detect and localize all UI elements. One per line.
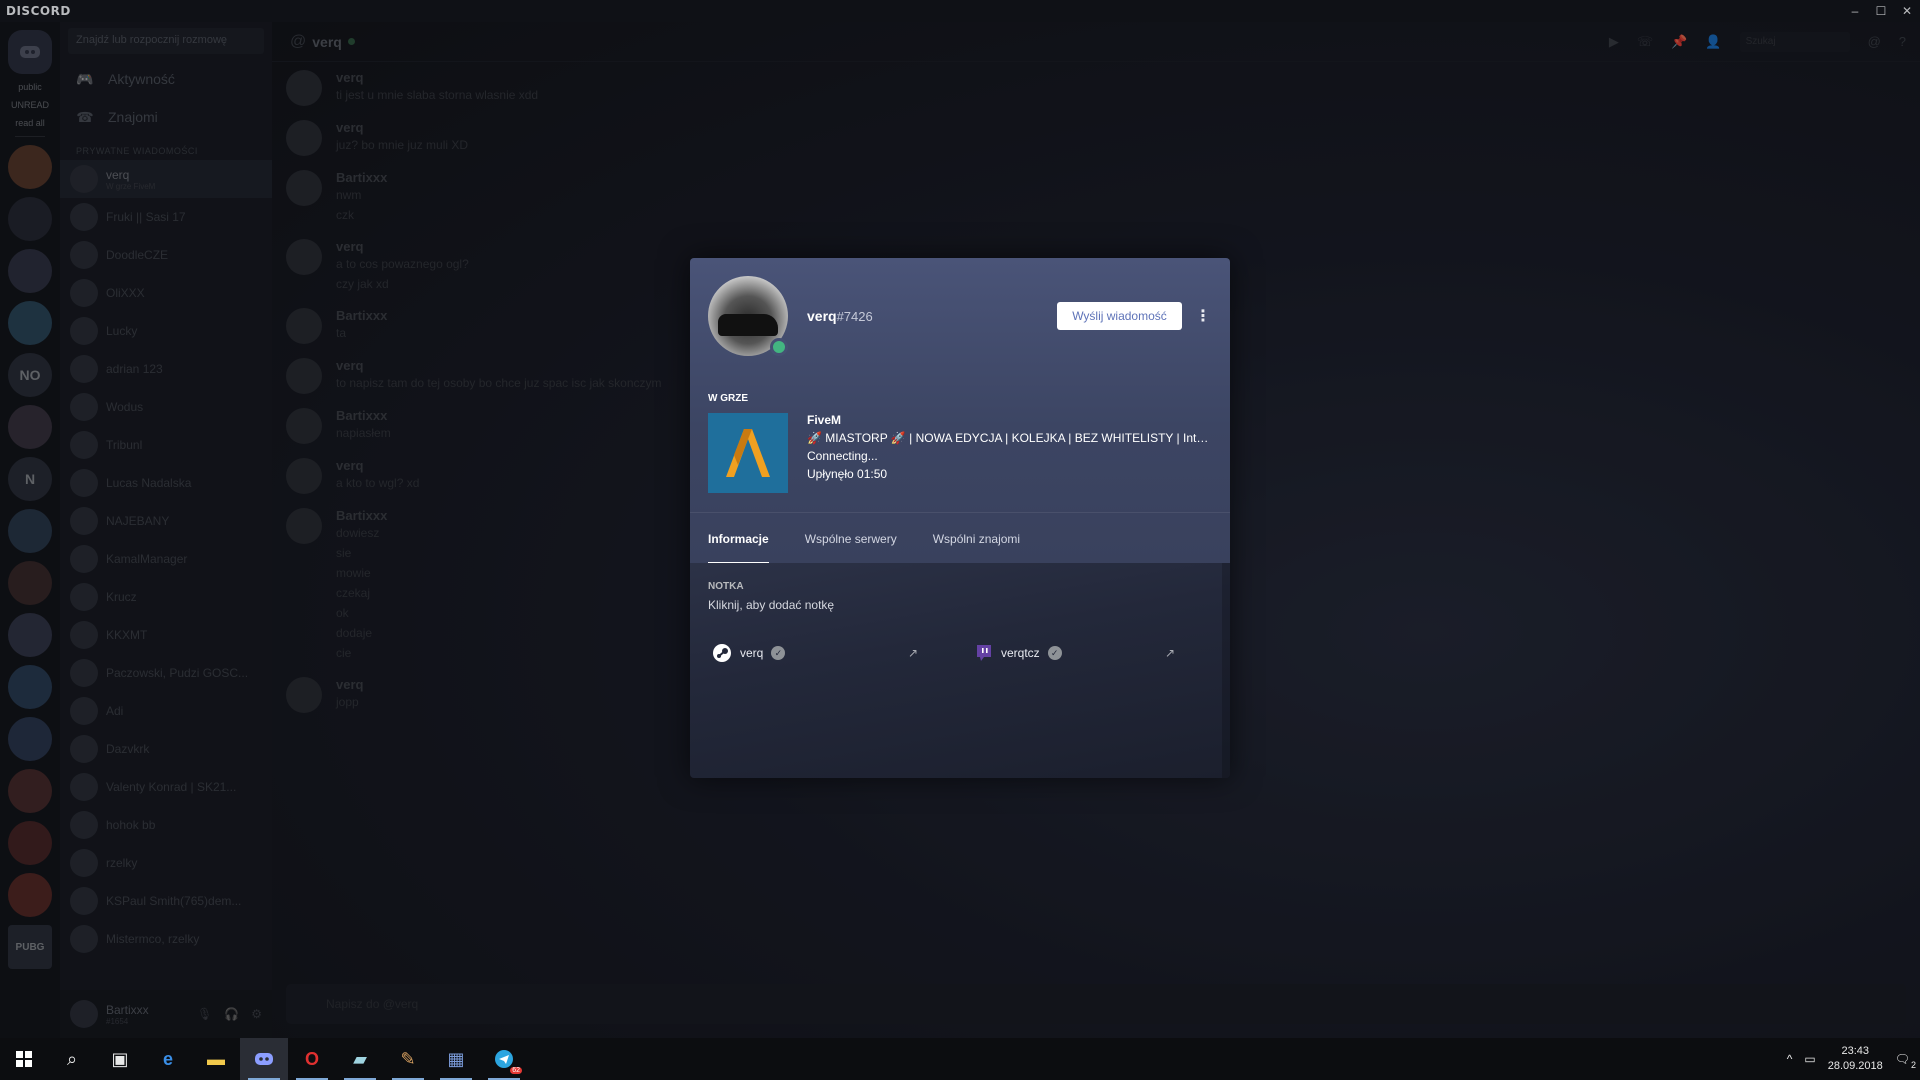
window-titlebar: DISCORD – ☐ ✕ <box>0 0 1920 22</box>
windows-taskbar: ⌕ ▣ e ▬ O ▰ ✎ ▦ 62 ^ ▭ 23:43 28.09.2018 … <box>0 1038 1920 1080</box>
online-status-indicator <box>770 338 788 356</box>
more-options-icon[interactable]: ⋮ <box>1195 302 1211 330</box>
twitch-icon <box>977 645 991 661</box>
chevron-up-icon[interactable]: ^ <box>1787 1052 1793 1066</box>
tab-mutual-friends[interactable]: Wspólni znajomi <box>933 513 1020 564</box>
username: verq <box>807 308 837 324</box>
account-name: verqtcz <box>1001 646 1040 660</box>
account-name: verq <box>740 646 764 660</box>
profile-scrollbar[interactable] <box>1222 563 1230 778</box>
network-status-icon[interactable]: ▭ <box>1804 1052 1815 1066</box>
explorer-icon[interactable]: ▬ <box>192 1038 240 1080</box>
discord-icon[interactable] <box>240 1038 288 1080</box>
clock[interactable]: 23:43 28.09.2018 <box>1828 1044 1883 1074</box>
start-icon[interactable] <box>0 1038 48 1080</box>
window-controls: – ☐ ✕ <box>1842 0 1920 22</box>
verified-check-icon: ✓ <box>771 646 786 660</box>
profile-tabs: Informacje Wspólne serwery Wspólni znajo… <box>690 512 1230 564</box>
app-brand: DISCORD <box>6 4 71 18</box>
clock-date: 28.09.2018 <box>1827 1060 1883 1072</box>
external-link-icon[interactable]: ↗ <box>908 646 918 660</box>
game-details: 🚀 MIASTORP 🚀 | NOWA EDYCJA | KOLEJKA | B… <box>807 431 1212 445</box>
steam-icon <box>713 644 731 662</box>
external-link-icon[interactable]: ↗ <box>1165 646 1175 660</box>
tab-info[interactable]: Informacje <box>708 513 769 564</box>
search-icon[interactable]: ⌕ <box>48 1038 96 1080</box>
user-profile-modal: verq#7426 Wyślij wiadomość ⋮ W GRZE Five… <box>690 258 1230 778</box>
connected-account-twitch[interactable]: verqtcz ✓ ↗ <box>975 643 1205 663</box>
opera-icon[interactable]: O <box>288 1038 336 1080</box>
tab-mutual-servers[interactable]: Wspólne serwery <box>805 513 897 564</box>
note-header: NOTKA <box>708 581 744 592</box>
fivem-logo-icon <box>708 413 788 493</box>
playing-header: W GRZE <box>708 393 748 404</box>
send-message-button[interactable]: Wyślij wiadomość <box>1057 302 1182 330</box>
notifications-icon[interactable]: 🗨 2 <box>1895 1052 1916 1070</box>
game-activity: FiveM 🚀 MIASTORP 🚀 | NOWA EDYCJA | KOLEJ… <box>807 411 1212 483</box>
discriminator: #7426 <box>836 309 873 324</box>
notification-count: 2 <box>1910 1060 1916 1070</box>
telegram-badge: 62 <box>510 1067 522 1074</box>
edge-icon[interactable]: e <box>144 1038 192 1080</box>
notepad-icon[interactable]: ▰ <box>336 1038 384 1080</box>
game-state: Connecting... <box>807 449 878 463</box>
system-tray: ^ ▭ 23:43 28.09.2018 🗨 2 <box>1787 1044 1920 1074</box>
game-elapsed: Upłynęło 01:50 <box>807 467 888 481</box>
verified-check-icon: ✓ <box>1047 646 1062 660</box>
profile-header: verq#7426 Wyślij wiadomość ⋮ W GRZE Five… <box>690 258 1230 564</box>
telegram-icon[interactable]: 62 <box>480 1038 528 1080</box>
close-button[interactable]: ✕ <box>1894 0 1920 22</box>
profile-username: verq#7426 <box>807 308 873 324</box>
maximize-button[interactable]: ☐ <box>1868 0 1894 22</box>
connected-account-steam[interactable]: verq ✓ ↗ <box>712 643 942 663</box>
profile-body: NOTKA Kliknij, aby dodać notkę verq ✓ ↗ … <box>690 563 1230 778</box>
minimize-button[interactable]: – <box>1842 0 1868 22</box>
game-name: FiveM <box>807 413 842 427</box>
paint-icon[interactable]: ✎ <box>384 1038 432 1080</box>
network-icon[interactable]: ▦ <box>432 1038 480 1080</box>
note-input[interactable]: Kliknij, aby dodać notkę <box>708 598 834 612</box>
clock-time: 23:43 <box>1841 1045 1869 1057</box>
task-view-icon[interactable]: ▣ <box>96 1038 144 1080</box>
